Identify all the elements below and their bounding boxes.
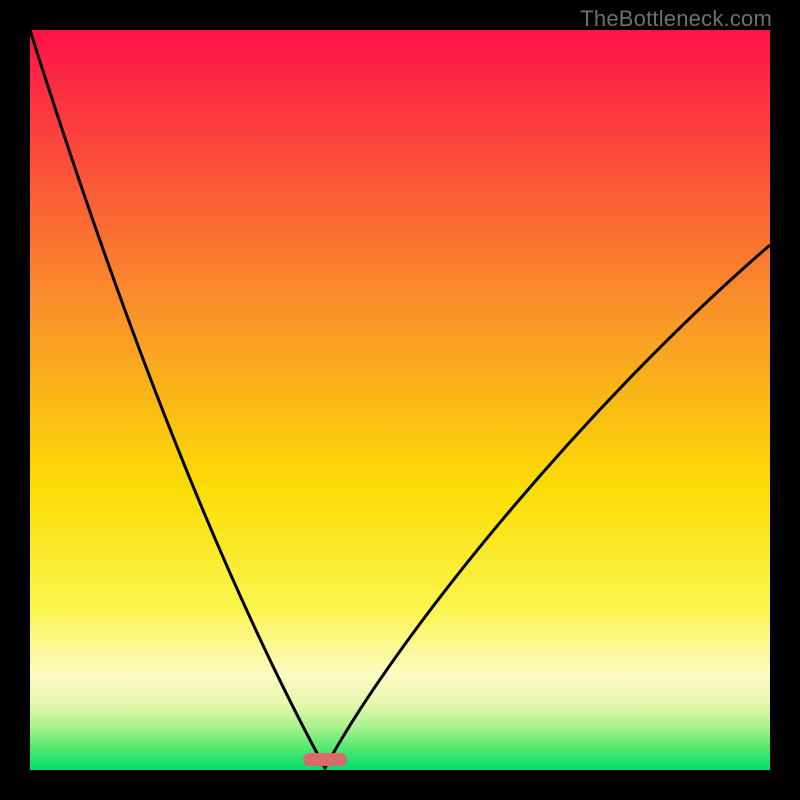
bottleneck-curve — [30, 30, 770, 770]
watermark-text: TheBottleneck.com — [580, 6, 772, 32]
valley-marker — [303, 753, 347, 766]
chart-frame: TheBottleneck.com — [0, 0, 800, 800]
plot-area — [30, 30, 770, 770]
curve-path — [30, 30, 770, 768]
